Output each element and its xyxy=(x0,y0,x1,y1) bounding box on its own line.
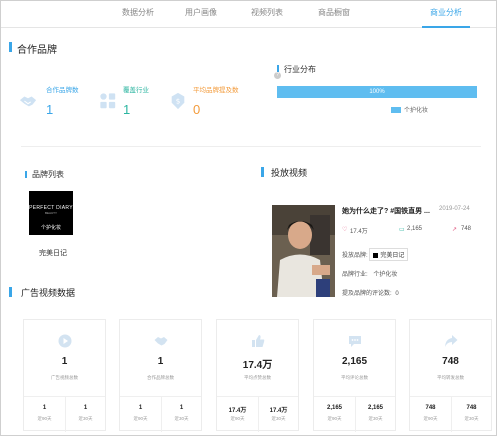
perfect-diary-logo[interactable]: PERFECT DIARY BEAUTY 个护化妆 xyxy=(29,191,73,235)
card-90d-label: 近90天 xyxy=(327,416,342,421)
video-industry-label: 品牌行业: xyxy=(342,272,368,278)
tab-bar: 数据分析 用户画像 视频列表 商品橱窗 商业分析 xyxy=(1,1,496,28)
video-comments: 2,165 xyxy=(407,226,423,232)
card-90d-value: 17.4万 xyxy=(228,408,247,414)
video-mention-label: 提及品牌的评论数: xyxy=(342,291,392,297)
card-30d-value: 17.4万 xyxy=(269,408,288,414)
video-date: 2019-07-24 xyxy=(439,206,470,212)
card-30d-value: 748 xyxy=(466,405,477,411)
brand-list-title: 品牌列表 xyxy=(32,170,64,179)
video-section-title: 投放视频 xyxy=(271,168,308,178)
divider xyxy=(21,146,481,147)
video-industry-value: 个护化妆 xyxy=(373,272,398,278)
grid-icon xyxy=(100,93,116,109)
card-caption: 平均转发总数 xyxy=(437,375,464,380)
section-marker xyxy=(277,65,279,72)
video-thumbnail[interactable] xyxy=(272,205,335,297)
video-title[interactable]: 她为什么走了? #国铁直男 ... xyxy=(342,206,430,216)
badge-icon: $ xyxy=(171,92,185,110)
stat-card: 1 合作品牌总数 1 近90天 1 近30天 xyxy=(119,319,202,432)
comment-icon: ▭ xyxy=(399,227,405,233)
industry-coverage-label: 覆盖行业 xyxy=(123,87,149,94)
card-90d-label: 近90天 xyxy=(133,416,148,421)
legend-swatch xyxy=(391,107,401,113)
card-30d-label: 近30天 xyxy=(368,416,383,421)
card-90d-value: 748 xyxy=(425,405,436,411)
card-90d-value: 1 xyxy=(138,405,143,411)
industry-coverage-value: 1 xyxy=(123,102,131,117)
card-90d-label: 近90天 xyxy=(423,416,438,421)
share-icon: ↗ xyxy=(452,227,458,233)
card-30d-value: 1 xyxy=(83,405,88,411)
handshake-icon xyxy=(154,337,168,346)
section-marker xyxy=(9,287,12,297)
share-icon xyxy=(445,335,458,347)
stat-card: 1 广告视频总数 1 近90天 1 近30天 xyxy=(23,319,106,432)
card-90d-label: 近90天 xyxy=(230,416,245,421)
section-marker xyxy=(25,171,27,178)
handshake-icon xyxy=(19,96,37,107)
help-icon[interactable]: ? xyxy=(274,72,281,79)
comment-icon xyxy=(349,336,361,347)
brand-tag[interactable]: 完美日记 xyxy=(369,248,409,261)
stat-card: 2,165 平均评论总数 2,165 近90天 2,165 近30天 xyxy=(313,319,396,432)
card-caption: 广告视频总数 xyxy=(51,375,78,380)
play-icon xyxy=(58,334,72,348)
card-90d-value: 1 xyxy=(42,405,47,411)
card-value: 1 xyxy=(157,356,164,367)
video-mention-row: 提及品牌的评论数: 0 xyxy=(342,288,399,297)
stat-card: 748 平均转发总数 748 近90天 748 近30天 xyxy=(409,319,492,432)
video-brand-label: 投放品牌: xyxy=(342,253,368,259)
active-tab-indicator xyxy=(422,26,470,28)
card-90d-label: 近90天 xyxy=(37,416,52,421)
video-likes: 17.4万 xyxy=(350,229,368,235)
cooperation-title: 合作品牌 xyxy=(17,45,57,56)
card-value: 2,165 xyxy=(341,356,368,367)
card-caption: 平均评论总数 xyxy=(341,375,368,380)
heart-icon: ♡ xyxy=(342,227,348,233)
card-value: 17.4万 xyxy=(242,360,273,371)
video-brand-row: 投放品牌: 完美日记 xyxy=(342,248,409,261)
ad-data-title: 广告视频数据 xyxy=(21,288,76,298)
tab-business-analysis[interactable]: 商业分析 xyxy=(416,7,476,18)
card-90d-value: 2,165 xyxy=(326,405,342,411)
card-caption: 平均点赞总数 xyxy=(244,375,271,380)
tab-product-showcase[interactable]: 商品橱窗 xyxy=(304,7,364,18)
brand-count-label: 合作品牌数 xyxy=(46,87,79,94)
card-30d-value: 1 xyxy=(179,405,184,411)
card-30d-label: 近30天 xyxy=(174,416,189,421)
video-mention-value: 0 xyxy=(395,291,399,297)
card-30d-label: 近30天 xyxy=(271,416,286,421)
card-30d-label: 近30天 xyxy=(464,416,479,421)
brand-tag-logo xyxy=(373,252,379,258)
video-shares: 748 xyxy=(461,226,472,232)
industry-bar[interactable]: 100% xyxy=(277,86,477,98)
business-analysis-panel: 数据分析 用户画像 视频列表 商品橱窗 商业分析 合作品牌 合作品牌数 1 覆盖… xyxy=(0,0,497,436)
avg-mention-label: 平均品牌提及数 xyxy=(193,87,239,94)
tab-data-analysis[interactable]: 数据分析 xyxy=(108,7,168,18)
brand-name[interactable]: 完美日记 xyxy=(39,248,67,258)
video-industry-row: 品牌行业: 个护化妆 xyxy=(342,269,397,278)
svg-text:$: $ xyxy=(176,97,181,106)
card-caption: 合作品牌总数 xyxy=(147,375,174,380)
card-value: 748 xyxy=(442,356,459,367)
section-marker xyxy=(261,167,264,177)
section-marker xyxy=(9,42,12,52)
card-30d-label: 近30天 xyxy=(78,416,93,421)
card-30d-value: 2,165 xyxy=(367,405,383,411)
card-value: 1 xyxy=(61,356,68,367)
avg-mention-value: 0 xyxy=(193,102,201,117)
industry-distribution-title: 行业分布 xyxy=(284,65,316,74)
tab-user-profile[interactable]: 用户画像 xyxy=(171,7,231,18)
legend-label: 个护化妆 xyxy=(404,108,429,114)
brand-count-value: 1 xyxy=(46,102,54,117)
tab-video-list[interactable]: 视频列表 xyxy=(237,7,297,18)
stat-card: 17.4万 平均点赞总数 17.4万 近90天 17.4万 近30天 xyxy=(216,319,299,432)
thumbs-up-icon xyxy=(252,335,265,347)
